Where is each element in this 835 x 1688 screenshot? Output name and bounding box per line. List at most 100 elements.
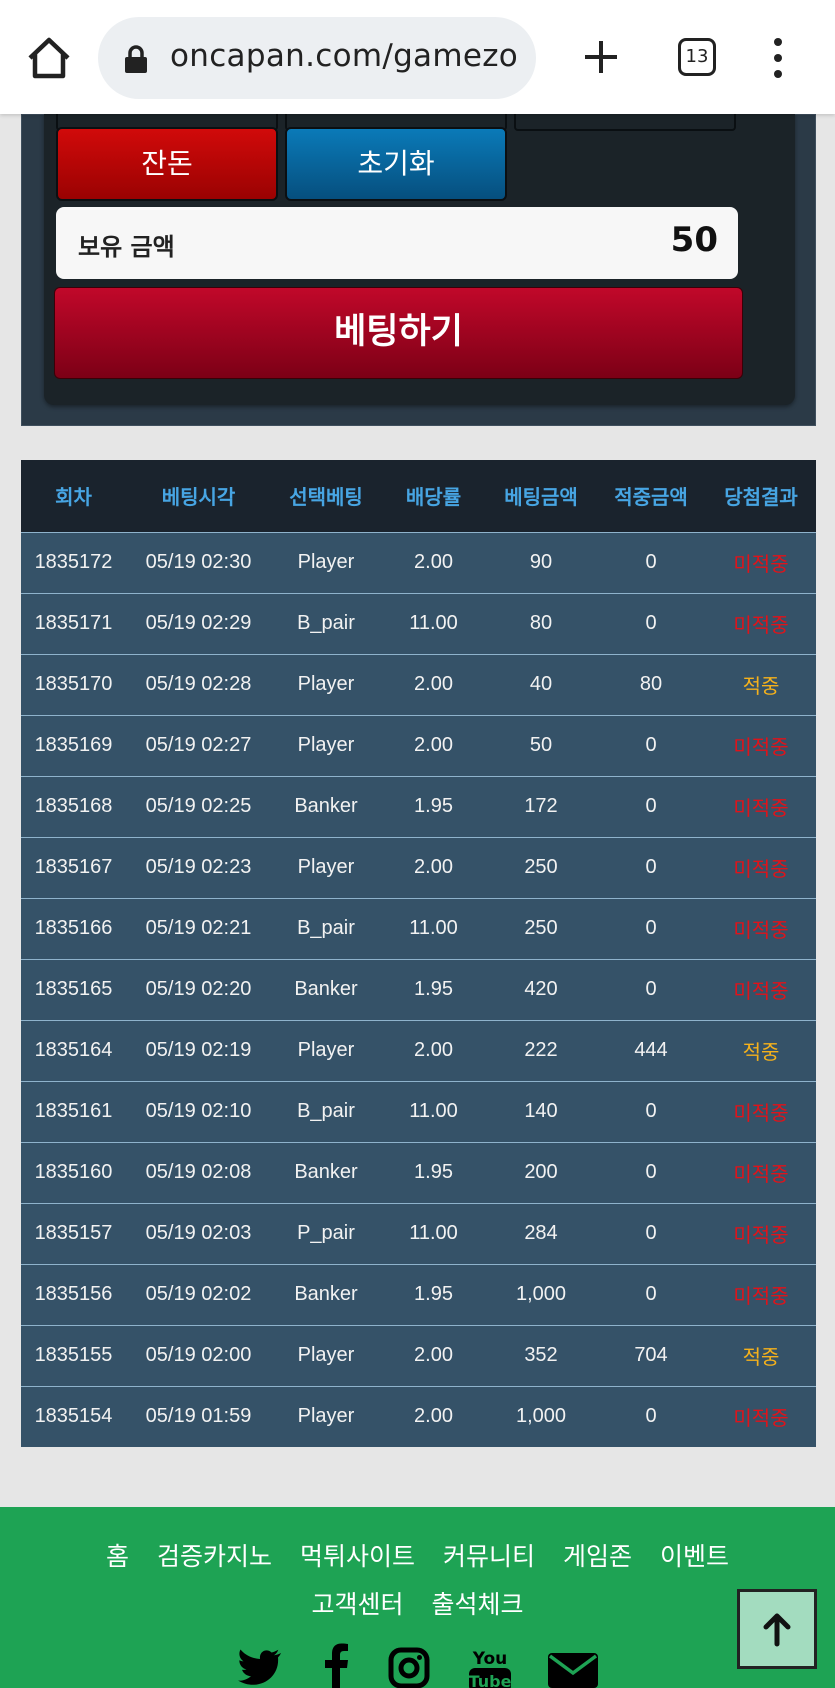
cell-bet-amount: 352 — [486, 1324, 596, 1386]
instagram-icon[interactable] — [388, 1647, 430, 1688]
cell-bet-amount: 90 — [486, 531, 596, 593]
cell-round: 1835164 — [21, 1019, 126, 1081]
footer-link-verified-casino[interactable]: 검증카지노 — [157, 1533, 272, 1581]
cell-bet-time: 05/19 02:29 — [126, 592, 271, 654]
footer-link-support[interactable]: 고객센터 — [311, 1581, 403, 1629]
header-payout: 적중금액 — [614, 485, 688, 510]
cell-result: 미적중 — [706, 592, 816, 654]
cell-bet-amount: 140 — [486, 1080, 596, 1142]
cell-bet-amount: 250 — [486, 897, 596, 959]
reset-button[interactable]: 초기화 — [285, 127, 507, 201]
scroll-to-top-button[interactable] — [737, 1589, 817, 1669]
cell-choice: Banker — [271, 958, 381, 1020]
footer-link-attendance[interactable]: 출석체크 — [432, 1581, 524, 1629]
cell-odds: 1.95 — [381, 958, 486, 1020]
cell-bet-amount: 172 — [486, 775, 596, 837]
cell-result: 미적중 — [706, 958, 816, 1020]
cell-bet-time: 05/19 02:10 — [126, 1080, 271, 1142]
cell-bet-amount: 1,000 — [486, 1263, 596, 1325]
cell-choice: Player — [271, 836, 381, 898]
cell-result: 적중 — [706, 653, 816, 715]
url-text: oncapan.com/gamezo — [170, 38, 519, 74]
cell-choice: P_pair — [271, 1202, 381, 1264]
browser-toolbar: oncapan.com/gamezo 13 — [0, 0, 835, 114]
cell-bet-time: 05/19 02:30 — [126, 531, 271, 593]
footer-link-community[interactable]: 커뮤니티 — [443, 1533, 535, 1581]
cell-payout: 0 — [596, 836, 706, 898]
cell-round: 1835165 — [21, 958, 126, 1020]
cell-odds: 2.00 — [381, 836, 486, 898]
cell-bet-time: 05/19 02:28 — [126, 653, 271, 715]
cell-round: 1835171 — [21, 592, 126, 654]
cell-odds: 2.00 — [381, 653, 486, 715]
more-menu-icon[interactable] — [768, 38, 788, 78]
cell-choice: Banker — [271, 1263, 381, 1325]
cell-bet-time: 05/19 02:19 — [126, 1019, 271, 1081]
cell-choice: B_pair — [271, 592, 381, 654]
cell-result: 미적중 — [706, 1080, 816, 1142]
footer-link-events[interactable]: 이벤트 — [660, 1533, 729, 1581]
cell-bet-time: 05/19 02:08 — [126, 1141, 271, 1203]
place-bet-button[interactable]: 베팅하기 — [54, 287, 743, 379]
footer-link-scam-sites[interactable]: 먹튀사이트 — [300, 1533, 415, 1581]
cell-bet-amount: 420 — [486, 958, 596, 1020]
home-icon[interactable] — [26, 36, 72, 80]
cell-round: 1835170 — [21, 653, 126, 715]
chip-button-partial[interactable] — [514, 111, 736, 131]
cell-odds: 2.00 — [381, 531, 486, 593]
cell-round: 1835172 — [21, 531, 126, 593]
cell-bet-time: 05/19 02:25 — [126, 775, 271, 837]
cell-result: 적중 — [706, 1324, 816, 1386]
cell-odds: 2.00 — [381, 1324, 486, 1386]
footer-link-home[interactable]: 홈 — [106, 1533, 129, 1581]
change-button[interactable]: 잔돈 — [56, 127, 278, 201]
twitter-icon[interactable] — [238, 1649, 282, 1688]
youtube-icon[interactable]: You Tube — [468, 1648, 512, 1688]
cell-bet-time: 05/19 02:21 — [126, 897, 271, 959]
cell-round: 1835160 — [21, 1141, 126, 1203]
header-round: 회차 — [55, 485, 92, 510]
cell-bet-amount: 1,000 — [486, 1385, 596, 1447]
cell-odds: 1.95 — [381, 1263, 486, 1325]
cell-round: 1835167 — [21, 836, 126, 898]
balance-value: 50 — [670, 220, 718, 260]
cell-bet-time: 05/19 01:59 — [126, 1385, 271, 1447]
cell-round: 1835161 — [21, 1080, 126, 1142]
table-row: 1835165 05/19 02:20 Banker 1.95 420 0 미적중 — [21, 958, 816, 1020]
cell-round: 1835154 — [21, 1385, 126, 1447]
cell-odds: 11.00 — [381, 897, 486, 959]
cell-result: 미적중 — [706, 1141, 816, 1203]
cell-result: 미적중 — [706, 531, 816, 593]
table-row: 1835171 05/19 02:29 B_pair 11.00 80 0 미적중 — [21, 592, 816, 654]
cell-odds: 2.00 — [381, 714, 486, 776]
cell-bet-time: 05/19 02:23 — [126, 836, 271, 898]
cell-payout: 0 — [596, 592, 706, 654]
cell-bet-amount: 200 — [486, 1141, 596, 1203]
address-bar[interactable]: oncapan.com/gamezo — [98, 17, 536, 99]
cell-result: 미적중 — [706, 1202, 816, 1264]
new-tab-icon[interactable] — [582, 38, 620, 76]
header-bet-amount: 베팅금액 — [504, 485, 578, 510]
cell-bet-amount: 50 — [486, 714, 596, 776]
tab-switcher-button[interactable]: 13 — [678, 38, 716, 76]
cell-choice: Banker — [271, 1141, 381, 1203]
cell-round: 1835157 — [21, 1202, 126, 1264]
cell-payout: 0 — [596, 775, 706, 837]
table-row: 1835169 05/19 02:27 Player 2.00 50 0 미적중 — [21, 714, 816, 776]
header-bet-time: 베팅시각 — [161, 485, 236, 510]
table-row: 1835154 05/19 01:59 Player 2.00 1,000 0 미적중 — [21, 1385, 816, 1447]
cell-bet-time: 05/19 02:03 — [126, 1202, 271, 1264]
table-row: 1835167 05/19 02:23 Player 2.00 250 0 미적중 — [21, 836, 816, 898]
footer-link-gamezone[interactable]: 게임존 — [563, 1533, 632, 1581]
mail-icon[interactable] — [548, 1653, 598, 1688]
facebook-icon[interactable] — [322, 1643, 350, 1688]
table-row: 1835160 05/19 02:08 Banker 1.95 200 0 미적중 — [21, 1141, 816, 1203]
table-row: 1835168 05/19 02:25 Banker 1.95 172 0 미적중 — [21, 775, 816, 837]
cell-odds: 11.00 — [381, 1080, 486, 1142]
cell-choice: Player — [271, 714, 381, 776]
bet-history-table: 회차 베팅시각 선택베팅 배당률 베팅금액 적중금액 당첨결과 1835172 0… — [21, 460, 816, 1447]
cell-choice: Player — [271, 531, 381, 593]
header-result: 당첨결과 — [724, 485, 798, 510]
balance-field: 보유 금액 50 — [56, 207, 738, 279]
cell-choice: Player — [271, 1385, 381, 1447]
